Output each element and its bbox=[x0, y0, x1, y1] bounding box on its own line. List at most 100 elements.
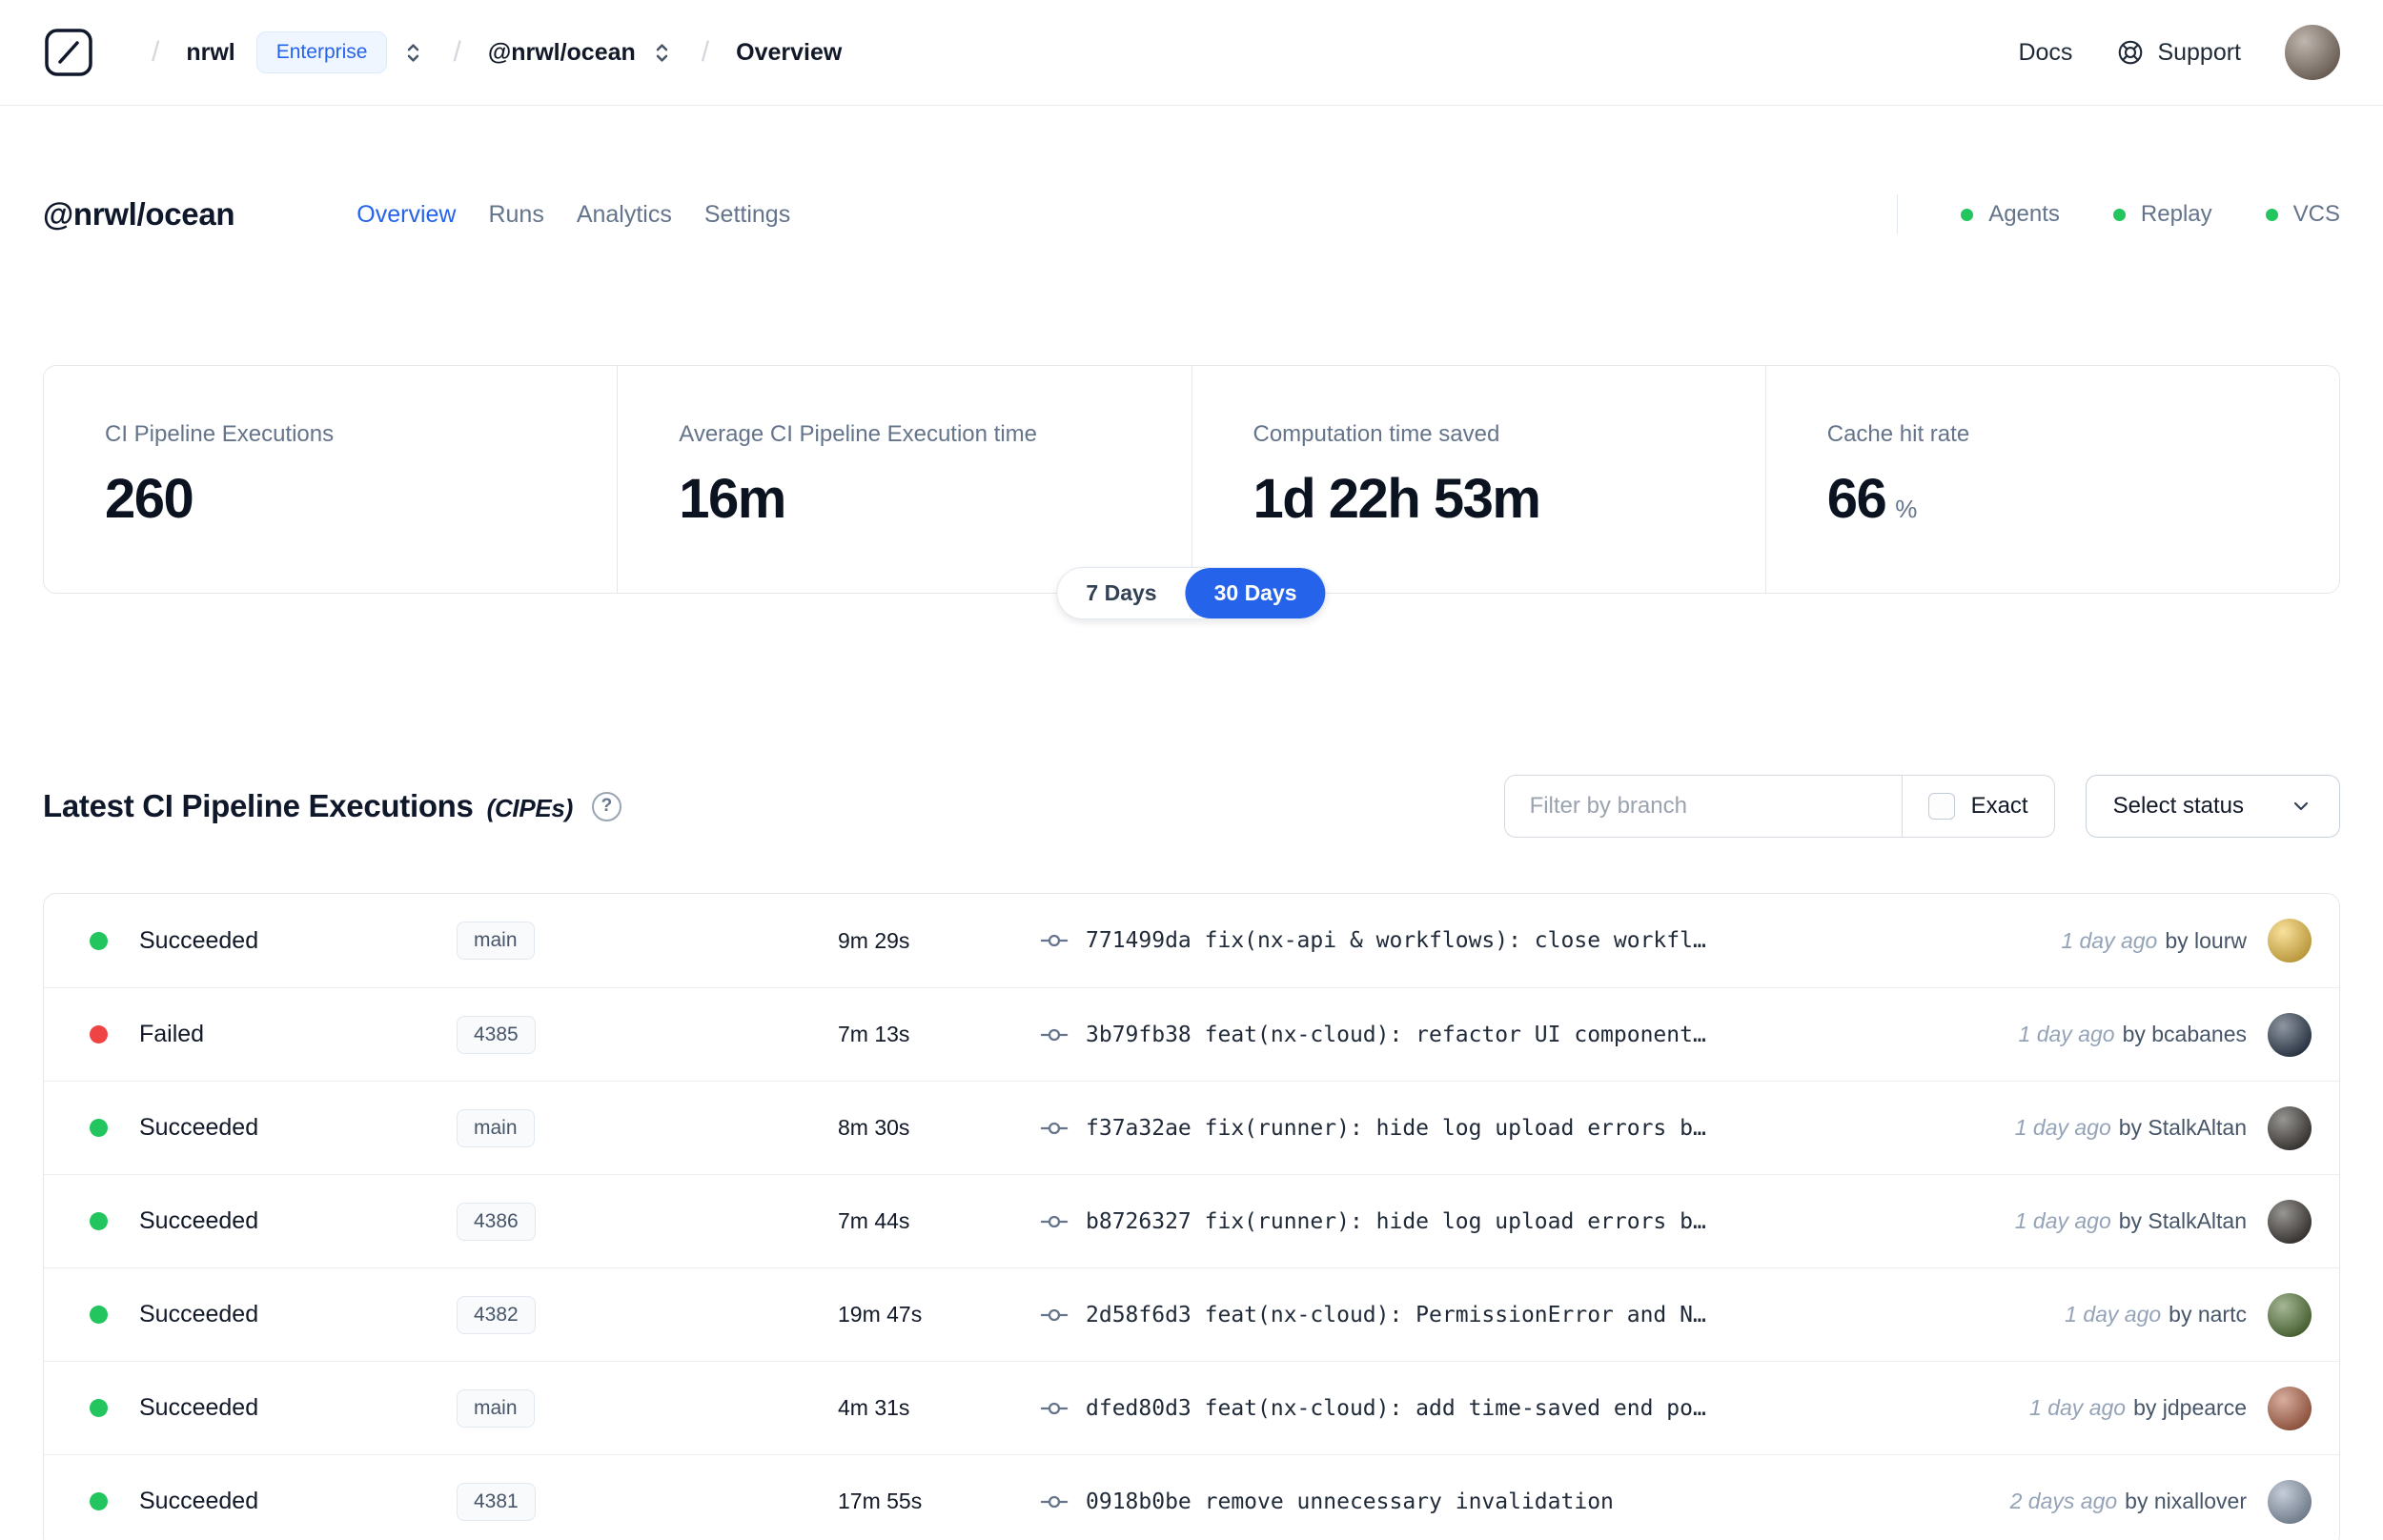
stat-unit: % bbox=[1895, 495, 1918, 523]
workspace-header: @nrwl/ocean Overview Runs Analytics Sett… bbox=[0, 190, 2383, 239]
support-link[interactable]: Support bbox=[2116, 38, 2241, 67]
author-avatar[interactable] bbox=[2268, 919, 2312, 962]
tab-overview[interactable]: Overview bbox=[356, 201, 456, 229]
stat-label: Computation time saved bbox=[1253, 421, 1500, 447]
commit-message[interactable]: f37a32ae fix(runner): hide log upload er… bbox=[1086, 1116, 1706, 1141]
cipe-row[interactable]: Succeeded 4382 19m 47s 2d58f6d3 feat(nx-… bbox=[44, 1267, 2339, 1361]
status-label: Succeeded bbox=[139, 1301, 259, 1327]
commit-message[interactable]: 0918b0be remove unnecessary invalidation bbox=[1086, 1489, 1614, 1514]
git-commit-icon bbox=[1040, 926, 1069, 955]
meta-cell: 1 day ago by StalkAltan bbox=[2015, 1105, 2339, 1150]
branch-badge[interactable]: 4381 bbox=[457, 1482, 536, 1521]
author-label: by bcabanes bbox=[2122, 1022, 2247, 1046]
cipes-section-header: Latest CI Pipeline Executions (CIPEs) ? … bbox=[43, 775, 2340, 838]
stat-computation-time-saved: Computation time saved 1d 22h 53m bbox=[1191, 366, 1765, 593]
breadcrumb-separator: / bbox=[701, 36, 710, 68]
status-select-dropdown[interactable]: Select status bbox=[2085, 775, 2340, 838]
status-dot bbox=[90, 931, 108, 950]
exact-checkbox[interactable] bbox=[1927, 793, 1955, 820]
branch-badge[interactable]: main bbox=[457, 922, 535, 960]
help-icon[interactable]: ? bbox=[591, 791, 621, 821]
relative-time-label: 1 day ago bbox=[2018, 1022, 2115, 1046]
breadcrumb-separator: / bbox=[453, 36, 461, 68]
duration-label: 8m 30s bbox=[838, 1115, 910, 1140]
branch-cell: 4381 bbox=[457, 1482, 838, 1521]
branch-badge[interactable]: main bbox=[457, 1388, 535, 1428]
status-replay[interactable]: Replay bbox=[2112, 201, 2212, 228]
green-status-dot bbox=[2265, 208, 2278, 221]
cipe-row[interactable]: Succeeded 4386 7m 44s b8726327 fix(runne… bbox=[44, 1174, 2339, 1267]
cipe-status-cell: Succeeded bbox=[44, 927, 457, 955]
branch-filter-input[interactable] bbox=[1503, 775, 1903, 838]
relative-time-label: 1 day ago bbox=[2065, 1302, 2162, 1327]
branch-cell: main bbox=[457, 922, 838, 960]
status-agents[interactable]: Agents bbox=[1961, 201, 2060, 228]
top-navbar: / nrwl Enterprise / @nrwl/ocean / Overvi… bbox=[0, 0, 2383, 106]
author-label: by nartc bbox=[2169, 1302, 2247, 1327]
date-range-toggle: 7 Days 30 Days bbox=[1056, 567, 1327, 619]
user-avatar[interactable] bbox=[2285, 25, 2340, 80]
meta-cell: 1 day ago by StalkAltan bbox=[2014, 1199, 2339, 1244]
cipe-row[interactable]: Succeeded main 4m 31s dfed80d3 feat(nx-c… bbox=[44, 1361, 2339, 1454]
tab-runs[interactable]: Runs bbox=[488, 201, 543, 229]
branch-cell: 4386 bbox=[457, 1202, 838, 1241]
duration-label: 9m 29s bbox=[838, 927, 910, 953]
breadcrumb-org[interactable]: nrwl bbox=[186, 39, 234, 67]
branch-cell: 4385 bbox=[457, 1015, 838, 1054]
relative-time-label: 1 day ago bbox=[2061, 927, 2158, 953]
divider bbox=[1897, 194, 1899, 234]
author-avatar[interactable] bbox=[2268, 1012, 2312, 1057]
cipe-row[interactable]: Succeeded 4381 17m 55s 0918b0be remove u… bbox=[44, 1454, 2339, 1540]
commit-message[interactable]: 771499da fix(nx-api & workflows): close … bbox=[1086, 928, 1706, 953]
cipe-status-cell: Succeeded bbox=[44, 1301, 457, 1328]
author-avatar[interactable] bbox=[2268, 1199, 2312, 1244]
branch-filter-group: Exact bbox=[1503, 775, 2055, 838]
git-commit-icon bbox=[1040, 1114, 1069, 1143]
cipes-title-suffix: (CIPEs) bbox=[486, 794, 574, 822]
branch-badge[interactable]: 4385 bbox=[457, 1015, 536, 1054]
stats-cards: CI Pipeline Executions 260 Average CI Pi… bbox=[43, 365, 2340, 619]
tab-analytics[interactable]: Analytics bbox=[577, 201, 672, 229]
cipe-status-cell: Succeeded bbox=[44, 1394, 457, 1422]
commit-cell: dfed80d3 feat(nx-cloud): add time-saved … bbox=[1040, 1394, 2006, 1423]
org-switcher-chevron-icon[interactable] bbox=[400, 40, 426, 66]
branch-badge[interactable]: 4382 bbox=[457, 1295, 536, 1334]
range-30-days-button[interactable]: 30 Days bbox=[1185, 568, 1326, 618]
cipe-row[interactable]: Succeeded main 9m 29s 771499da fix(nx-ap… bbox=[44, 894, 2339, 987]
commit-message[interactable]: 3b79fb38 feat(nx-cloud): refactor UI com… bbox=[1086, 1023, 1706, 1047]
author-avatar[interactable] bbox=[2268, 1105, 2312, 1150]
author-avatar[interactable] bbox=[2268, 1386, 2312, 1430]
duration-label: 4m 31s bbox=[838, 1395, 910, 1420]
breadcrumb-separator: / bbox=[152, 36, 160, 68]
author-avatar[interactable] bbox=[2268, 1479, 2312, 1524]
cipes-controls: Exact Select status bbox=[1503, 775, 2340, 838]
status-label: Succeeded bbox=[139, 1488, 259, 1514]
author-avatar[interactable] bbox=[2268, 1292, 2312, 1337]
commit-cell: 771499da fix(nx-api & workflows): close … bbox=[1040, 926, 2038, 955]
nx-cloud-logo-icon[interactable] bbox=[43, 27, 94, 78]
cipe-row[interactable]: Failed 4385 7m 13s 3b79fb38 feat(nx-clou… bbox=[44, 987, 2339, 1081]
meta-cell: 1 day ago by bcabanes bbox=[2018, 1012, 2339, 1057]
duration-label: 19m 47s bbox=[838, 1302, 923, 1327]
branch-badge[interactable]: 4386 bbox=[457, 1202, 536, 1241]
workspace-tabs: Overview Runs Analytics Settings bbox=[356, 201, 790, 229]
exact-label: Exact bbox=[1970, 793, 2028, 819]
commit-message[interactable]: 2d58f6d3 feat(nx-cloud): PermissionError… bbox=[1086, 1303, 1706, 1327]
branch-cell: 4382 bbox=[457, 1295, 838, 1334]
branch-badge[interactable]: main bbox=[457, 1108, 535, 1147]
docs-link[interactable]: Docs bbox=[2018, 39, 2072, 67]
cipe-row[interactable]: Succeeded main 8m 30s f37a32ae fix(runne… bbox=[44, 1081, 2339, 1174]
relative-time-label: 2 days ago bbox=[2009, 1489, 2118, 1513]
workspace-switcher-chevron-icon[interactable] bbox=[649, 40, 675, 66]
status-label: Succeeded bbox=[139, 926, 259, 954]
status-dot bbox=[90, 1025, 108, 1044]
tab-settings[interactable]: Settings bbox=[704, 201, 790, 229]
commit-cell: 2d58f6d3 feat(nx-cloud): PermissionError… bbox=[1040, 1301, 2042, 1329]
relative-time-label: 1 day ago bbox=[2014, 1208, 2111, 1233]
status-vcs[interactable]: VCS bbox=[2265, 201, 2340, 228]
status-dot bbox=[90, 1212, 108, 1230]
breadcrumb-workspace[interactable]: @nrwl/ocean bbox=[488, 39, 636, 67]
commit-message[interactable]: dfed80d3 feat(nx-cloud): add time-saved … bbox=[1086, 1396, 1706, 1421]
range-7-days-button[interactable]: 7 Days bbox=[1057, 568, 1185, 618]
commit-message[interactable]: b8726327 fix(runner): hide log upload er… bbox=[1086, 1209, 1706, 1234]
